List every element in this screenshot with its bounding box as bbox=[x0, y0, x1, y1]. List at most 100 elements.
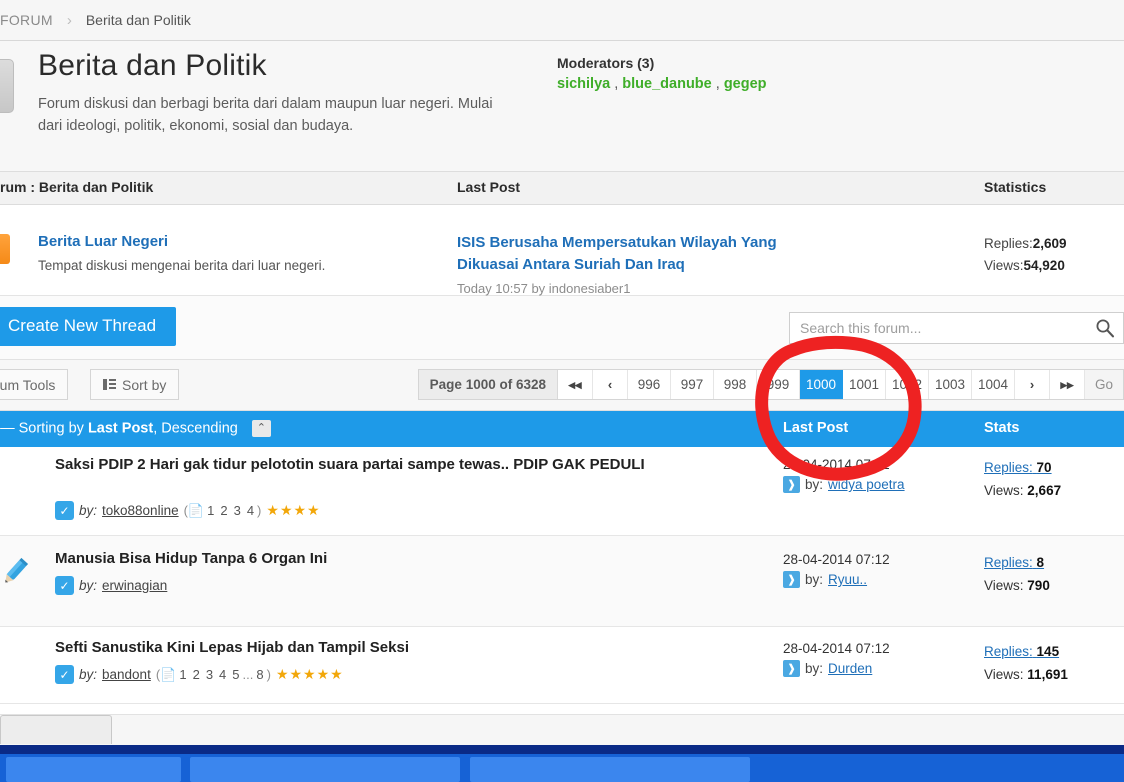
thread-page-1[interactable]: 1 bbox=[176, 667, 189, 682]
thread-title-link[interactable]: Manusia Bisa Hidup Tanpa 6 Organ Ini bbox=[55, 548, 755, 570]
thread-last-post-author-link[interactable]: widya poetra bbox=[828, 477, 905, 492]
thread-views-label: Views: bbox=[984, 482, 1024, 498]
browser-tab-stub[interactable] bbox=[0, 715, 112, 744]
thread-last-post-author-link[interactable]: Durden bbox=[828, 661, 872, 676]
thread-checkbox-icon[interactable]: ✓ bbox=[55, 501, 74, 520]
thread-author-link[interactable]: erwinagian bbox=[102, 578, 167, 593]
search-input[interactable] bbox=[790, 313, 1070, 343]
moderator-link-2[interactable]: gegep bbox=[724, 76, 767, 92]
moderator-link-0[interactable]: sichilya bbox=[557, 76, 610, 92]
goto-last-post-icon[interactable]: ❱ bbox=[783, 476, 800, 493]
thread-page-2[interactable]: 2 bbox=[217, 503, 230, 518]
forum-tools-button[interactable]: rum Tools bbox=[0, 369, 69, 400]
taskbar-item-1[interactable] bbox=[6, 757, 181, 782]
taskbar-item-3[interactable] bbox=[470, 757, 750, 782]
thread-column-stats[interactable]: Stats bbox=[984, 420, 1019, 436]
pagination-page-1004[interactable]: 1004 bbox=[972, 370, 1015, 399]
search-icon[interactable] bbox=[1095, 318, 1115, 338]
subforum-statistics: Replies:2,609 Views:54,920 bbox=[984, 233, 1067, 276]
thread-replies-link[interactable]: Replies: 145 bbox=[984, 644, 1059, 659]
thread-replies-label: Replies: bbox=[984, 555, 1033, 570]
thread-meta: ✓ by: erwinagian bbox=[55, 576, 167, 595]
table-row[interactable]: Manusia Bisa Hidup Tanpa 6 Organ Ini ✓ b… bbox=[0, 536, 1124, 627]
subforum-row[interactable]: Berita Luar Negeri Tempat diskusi mengen… bbox=[0, 205, 1124, 296]
pencil-icon bbox=[5, 557, 29, 583]
search-box[interactable] bbox=[789, 312, 1124, 344]
pagination-page-1002[interactable]: 1002 bbox=[886, 370, 929, 399]
thread-page-5[interactable]: 5 bbox=[229, 667, 242, 682]
pagination-page-1001[interactable]: 1001 bbox=[843, 370, 886, 399]
subforum-link[interactable]: Berita Luar Negeri bbox=[38, 233, 168, 250]
thread-title-link[interactable]: Sefti Sanustika Kini Lepas Hijab dan Tam… bbox=[55, 637, 755, 659]
thread-by-label: by: bbox=[79, 503, 98, 518]
create-new-thread-button[interactable]: Create New Thread bbox=[0, 307, 177, 346]
breadcrumb: FORUM › Berita dan Politik bbox=[0, 0, 1124, 41]
thread-sort-info: d — Sorting by Last Post, Descending ⌃ bbox=[0, 420, 271, 437]
thread-views: Views: 790 bbox=[984, 575, 1050, 598]
breadcrumb-current[interactable]: Berita dan Politik bbox=[86, 12, 191, 28]
thread-sort-field: Last Post bbox=[87, 420, 154, 437]
moderator-sep-0: , bbox=[610, 76, 623, 92]
thread-meta: ✓ by: bandont (📄 1 2 3 4 5... 8) ★★★★★ bbox=[55, 665, 344, 684]
thread-sort-toggle-button[interactable]: ⌃ bbox=[251, 420, 271, 437]
forum-page: FORUM › Berita dan Politik Berita dan Po… bbox=[0, 0, 1124, 782]
subforum-table-header: rum : Berita dan Politik Last Post Stati… bbox=[0, 172, 1124, 205]
pagination-page-1000-active[interactable]: 1000 bbox=[800, 370, 843, 399]
taskbar-item-2[interactable] bbox=[190, 757, 460, 782]
pagination-page-998[interactable]: 998 bbox=[714, 370, 757, 399]
subforum-replies-label: Replies: bbox=[984, 236, 1033, 251]
thread-title-link[interactable]: Saksi PDIP 2 Hari gak tidur pelototin su… bbox=[55, 454, 755, 476]
pagination-page-997[interactable]: 997 bbox=[671, 370, 714, 399]
pagination-first-button[interactable]: ◂◂ bbox=[558, 370, 593, 399]
thread-author-link[interactable]: bandont bbox=[102, 667, 151, 682]
moderator-link-1[interactable]: blue_danube bbox=[622, 76, 711, 92]
thread-author-link[interactable]: toko88online bbox=[102, 503, 179, 518]
pagination-prev-button[interactable]: ‹ bbox=[593, 370, 628, 399]
thread-replies-link[interactable]: Replies: 70 bbox=[984, 460, 1052, 475]
thread-status-icon bbox=[0, 469, 32, 503]
thread-page-2[interactable]: 2 bbox=[190, 667, 203, 682]
thread-column-last-post[interactable]: Last Post bbox=[783, 420, 848, 436]
pagination-page-999[interactable]: 999 bbox=[757, 370, 800, 399]
thread-page-3[interactable]: 3 bbox=[203, 667, 216, 682]
thread-views: Views: 11,691 bbox=[984, 664, 1068, 687]
table-row[interactable]: Saksi PDIP 2 Hari gak tidur pelototin su… bbox=[0, 447, 1124, 536]
thread-page-4[interactable]: 4 bbox=[216, 667, 229, 682]
thread-page-1[interactable]: 1 bbox=[204, 503, 217, 518]
thread-last-post: 28-04-2014 07:12 ❱ by: Durden bbox=[783, 641, 890, 677]
thread-page-4[interactable]: 4 bbox=[244, 503, 257, 518]
thread-replies: Replies: 70 bbox=[984, 457, 1061, 480]
thread-rating-stars: ★★★★ bbox=[266, 502, 321, 518]
column-header-statistics: Statistics bbox=[984, 179, 1047, 195]
pagination-page-996[interactable]: 996 bbox=[628, 370, 671, 399]
thread-replies: Replies: 8 bbox=[984, 552, 1050, 575]
pagination-page-1003[interactable]: 1003 bbox=[929, 370, 972, 399]
thread-page-3[interactable]: 3 bbox=[231, 503, 244, 518]
column-header-forum: rum : Berita dan Politik bbox=[0, 179, 154, 195]
thread-replies-link[interactable]: Replies: 8 bbox=[984, 555, 1044, 570]
thread-replies: Replies: 145 bbox=[984, 641, 1068, 664]
thread-page-8[interactable]: 8 bbox=[253, 667, 266, 682]
sort-by-button[interactable]: Sort by bbox=[90, 369, 180, 400]
table-row[interactable]: Sefti Sanustika Kini Lepas Hijab dan Tam… bbox=[0, 627, 1124, 704]
thread-by-label: by: bbox=[79, 667, 98, 682]
thread-last-post-by: ❱ by: Ryuu.. bbox=[783, 571, 890, 588]
pagination-next-button[interactable]: › bbox=[1015, 370, 1050, 399]
breadcrumb-home-link[interactable]: FORUM bbox=[0, 12, 67, 28]
last-post-thread-link[interactable]: ISIS Berusaha Mempersatukan Wilayah Yang… bbox=[457, 232, 837, 276]
thread-checkbox-icon[interactable]: ✓ bbox=[55, 576, 74, 595]
thread-stats: Replies: 8 Views: 790 bbox=[984, 552, 1050, 598]
thread-checkbox-icon[interactable]: ✓ bbox=[55, 665, 74, 684]
goto-last-post-icon[interactable]: ❱ bbox=[783, 571, 800, 588]
pagination-last-button[interactable]: ▸▸ bbox=[1050, 370, 1085, 399]
subforum-replies: Replies:2,609 bbox=[984, 233, 1067, 255]
moderators-label: Moderators (3) bbox=[557, 55, 655, 71]
thread-last-post-date: 28-04-2014 07:12 bbox=[783, 641, 890, 656]
thread-last-post-author-link[interactable]: Ryuu.. bbox=[828, 572, 867, 587]
pagination-go-button[interactable]: Go bbox=[1085, 370, 1123, 399]
subforum-status-icon bbox=[0, 234, 10, 264]
subforum-description: Tempat diskusi mengenai berita dari luar… bbox=[38, 258, 326, 273]
pagination-page-label: Page 1000 of 6328 bbox=[418, 370, 558, 399]
tools-bar: rum Tools Sort by Page 1000 of 6328 ◂◂ ‹… bbox=[0, 360, 1124, 411]
goto-last-post-icon[interactable]: ❱ bbox=[783, 660, 800, 677]
